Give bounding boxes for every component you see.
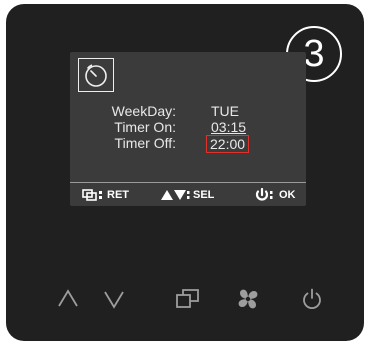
- return-icon: [82, 189, 102, 201]
- power-button[interactable]: [297, 284, 327, 314]
- mode-button[interactable]: [173, 284, 203, 314]
- timer-on-row: Timer On: 03:15: [70, 119, 306, 135]
- clock-icon: [85, 64, 107, 87]
- softkey-sel-label: SEL: [193, 189, 215, 201]
- up-icon: [58, 289, 78, 307]
- fan-icon: [238, 289, 258, 309]
- softkey-ok-label: OK: [279, 189, 296, 201]
- weekday-value: TUE: [211, 103, 239, 119]
- power-softkey-icon: [255, 188, 273, 201]
- power-icon: [303, 288, 321, 310]
- softkey-sel: SEL: [160, 188, 214, 202]
- timer-icon: [78, 58, 114, 92]
- timer-off-label: Timer Off:: [114, 135, 176, 151]
- timer-on-value: 03:15: [211, 119, 247, 135]
- timer-on-label: Timer On:: [114, 119, 176, 135]
- softkey-ret-label: RET: [107, 189, 129, 201]
- timer-off-value[interactable]: 22:00: [206, 135, 250, 153]
- softkey-ok: OK: [254, 188, 296, 202]
- softkey-ret: RET: [82, 188, 129, 202]
- weekday-row: WeekDay: TUE: [70, 103, 306, 119]
- weekday-label: WeekDay:: [111, 103, 176, 119]
- down-button[interactable]: [99, 284, 129, 314]
- step-number: 3: [303, 32, 325, 75]
- down-icon: [104, 291, 124, 309]
- up-button[interactable]: [53, 284, 83, 314]
- up-down-icon: [161, 190, 190, 200]
- screen-divider: [70, 182, 306, 183]
- timer-off-row: Timer Off: 22:00: [70, 135, 306, 153]
- fan-button[interactable]: [233, 284, 263, 314]
- mode-icon: [176, 289, 199, 308]
